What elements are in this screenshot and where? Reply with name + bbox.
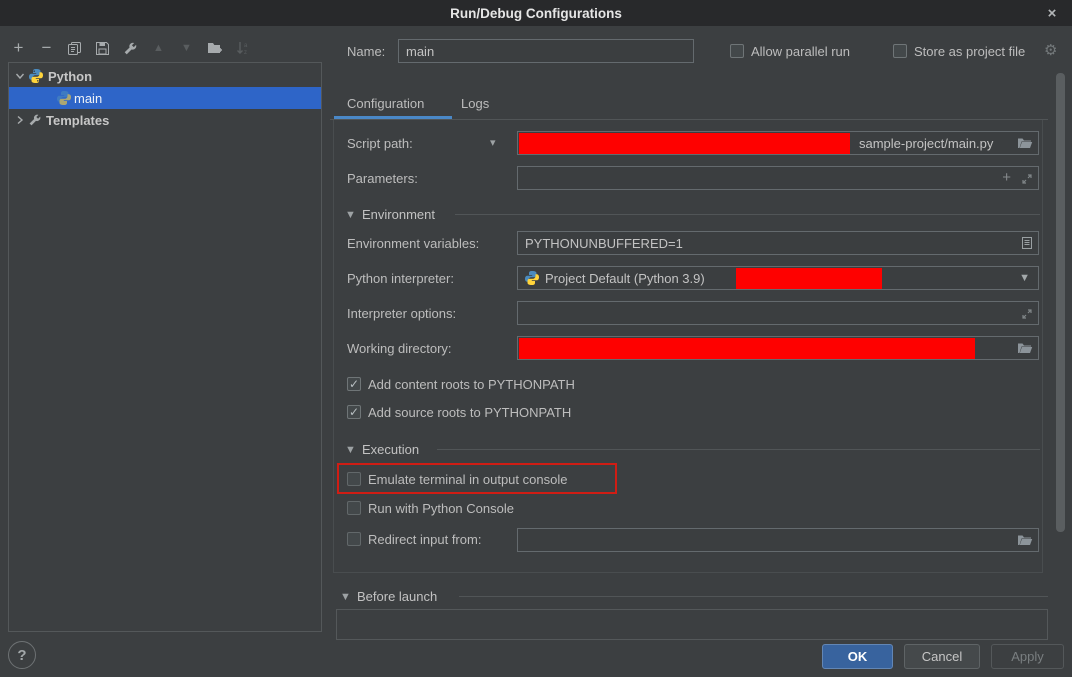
name-label: Name: bbox=[347, 44, 385, 59]
configurations-tree: Python main Templates bbox=[8, 62, 322, 632]
tree-item-templates[interactable]: Templates bbox=[9, 109, 321, 131]
python-interpreter-label: Python interpreter: bbox=[347, 271, 454, 286]
redirect-input-label: Redirect input from: bbox=[368, 532, 481, 547]
add-content-roots-checkbox[interactable]: ✓ bbox=[347, 377, 361, 391]
tab-logs[interactable]: Logs bbox=[461, 96, 489, 111]
collapse-environment-icon[interactable]: ▼ bbox=[345, 209, 356, 221]
new-folder-icon[interactable] bbox=[206, 40, 223, 57]
active-tab-indicator bbox=[334, 116, 452, 119]
collapse-execution-icon[interactable]: ▼ bbox=[345, 444, 356, 456]
copy-icon[interactable] bbox=[66, 40, 83, 57]
move-up-icon: ▲ bbox=[150, 40, 167, 57]
store-as-project-file-checkbox[interactable] bbox=[893, 44, 907, 58]
ok-button[interactable]: OK bbox=[822, 644, 893, 669]
execution-section-title: Execution bbox=[362, 442, 419, 457]
script-path-label: Script path: bbox=[347, 136, 413, 151]
redacted-region bbox=[519, 133, 850, 154]
interpreter-options-label: Interpreter options: bbox=[347, 306, 456, 321]
run-with-python-console-label: Run with Python Console bbox=[368, 501, 514, 516]
script-path-chooser-arrow-icon[interactable]: ▾ bbox=[490, 136, 496, 149]
tab-separator bbox=[330, 119, 1048, 120]
chevron-down-icon[interactable] bbox=[15, 71, 25, 81]
environment-variables-input[interactable]: PYTHONUNBUFFERED=1 bbox=[517, 231, 1039, 255]
python-icon bbox=[56, 90, 72, 106]
python-interpreter-value: Project Default (Python 3.9) bbox=[540, 271, 705, 286]
python-interpreter-select[interactable]: Project Default (Python 3.9) ▼ bbox=[517, 266, 1039, 290]
emulate-terminal-label: Emulate terminal in output console bbox=[368, 472, 567, 487]
python-icon bbox=[524, 270, 540, 286]
working-directory-label: Working directory: bbox=[347, 341, 452, 356]
add-source-roots-checkbox[interactable]: ✓ bbox=[347, 405, 361, 419]
apply-button: Apply bbox=[991, 644, 1064, 669]
script-path-value: sample-project/main.py bbox=[852, 136, 993, 151]
name-input[interactable]: main bbox=[398, 39, 694, 63]
store-as-project-file-label: Store as project file bbox=[914, 44, 1025, 59]
help-icon: ? bbox=[17, 647, 26, 664]
tree-item-label: Python bbox=[48, 69, 92, 84]
svg-text:a: a bbox=[244, 43, 248, 49]
tree-item-label: Templates bbox=[46, 113, 109, 128]
edit-templates-icon[interactable] bbox=[122, 40, 139, 57]
panel-border bbox=[333, 572, 1043, 573]
environment-section-title: Environment bbox=[362, 207, 435, 222]
save-icon[interactable] bbox=[94, 40, 111, 57]
environment-variables-value: PYTHONUNBUFFERED=1 bbox=[518, 236, 683, 251]
before-launch-section-title: Before launch bbox=[357, 589, 437, 604]
svg-text:z: z bbox=[244, 50, 247, 56]
redacted-region bbox=[519, 338, 975, 359]
gear-icon[interactable]: ⚙ bbox=[1044, 41, 1057, 59]
folder-icon[interactable] bbox=[1017, 341, 1033, 358]
emulate-terminal-checkbox[interactable] bbox=[347, 472, 361, 486]
add-source-roots-label: Add source roots to PYTHONPATH bbox=[368, 405, 571, 420]
add-icon[interactable]: + bbox=[10, 40, 27, 57]
section-divider bbox=[459, 596, 1048, 597]
script-path-input[interactable]: sample-project/main.py bbox=[517, 131, 1039, 155]
close-icon[interactable]: × bbox=[1040, 0, 1064, 26]
panel-border bbox=[1042, 120, 1043, 572]
help-button[interactable]: ? bbox=[8, 641, 36, 669]
dialog-titlebar: Run/Debug Configurations × bbox=[0, 0, 1072, 26]
python-icon bbox=[28, 68, 44, 84]
working-directory-input[interactable] bbox=[517, 336, 1039, 360]
parameters-input[interactable]: + bbox=[517, 166, 1039, 190]
folder-icon[interactable] bbox=[1017, 533, 1033, 550]
tree-item-label: main bbox=[74, 91, 102, 106]
collapse-before-launch-icon[interactable]: ▼ bbox=[340, 591, 351, 603]
allow-parallel-run-checkbox[interactable] bbox=[730, 44, 744, 58]
configurations-toolbar: + − ▲ ▼ az bbox=[10, 36, 251, 60]
parameters-label: Parameters: bbox=[347, 171, 418, 186]
tab-configuration[interactable]: Configuration bbox=[347, 96, 424, 111]
wrench-icon bbox=[28, 113, 42, 127]
remove-icon[interactable]: − bbox=[38, 40, 55, 57]
section-divider bbox=[455, 214, 1040, 215]
expand-field-icon[interactable] bbox=[1021, 173, 1033, 188]
dialog-title: Run/Debug Configurations bbox=[450, 6, 622, 21]
move-down-icon: ▼ bbox=[178, 40, 195, 57]
name-value: main bbox=[399, 44, 434, 59]
environment-variables-label: Environment variables: bbox=[347, 236, 479, 251]
panel-border bbox=[333, 120, 334, 572]
edit-variables-icon[interactable] bbox=[1021, 236, 1033, 253]
cancel-button[interactable]: Cancel bbox=[904, 644, 980, 669]
before-launch-task-list[interactable] bbox=[336, 609, 1048, 640]
scrollbar-thumb[interactable] bbox=[1056, 73, 1065, 532]
tree-item-python[interactable]: Python bbox=[9, 65, 321, 87]
redirect-input-file-input[interactable] bbox=[517, 528, 1039, 552]
redirect-input-checkbox[interactable] bbox=[347, 532, 361, 546]
sort-alphabetically-icon: az bbox=[234, 40, 251, 57]
dropdown-arrow-icon[interactable]: ▼ bbox=[1019, 272, 1030, 284]
redacted-region bbox=[736, 268, 882, 289]
tree-item-main[interactable]: main bbox=[9, 87, 321, 109]
chevron-right-icon[interactable] bbox=[15, 115, 25, 125]
run-with-python-console-checkbox[interactable] bbox=[347, 501, 361, 515]
allow-parallel-run-label: Allow parallel run bbox=[751, 44, 850, 59]
add-content-roots-label: Add content roots to PYTHONPATH bbox=[368, 377, 575, 392]
interpreter-options-input[interactable] bbox=[517, 301, 1039, 325]
add-macro-icon[interactable]: + bbox=[1002, 169, 1011, 186]
section-divider bbox=[437, 449, 1040, 450]
folder-icon[interactable] bbox=[1017, 136, 1033, 153]
expand-field-icon[interactable] bbox=[1021, 308, 1033, 323]
